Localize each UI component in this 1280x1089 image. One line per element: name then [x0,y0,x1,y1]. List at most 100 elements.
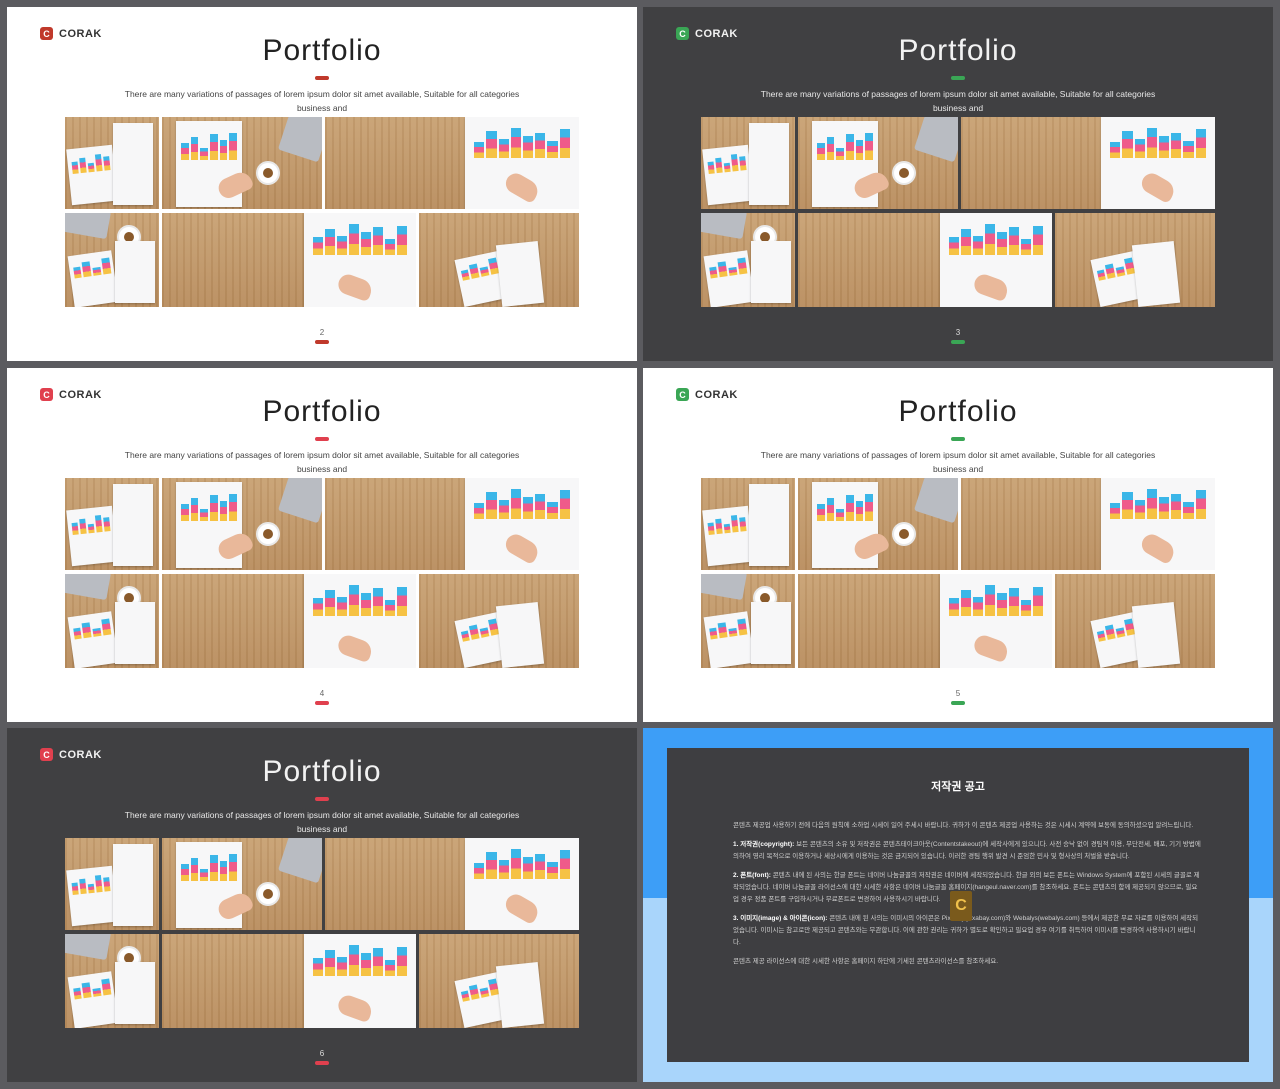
watermark-logo-icon: C [950,891,972,921]
report-paper [703,611,755,668]
copyright-slide[interactable]: 저작권 공고 콘텐츠 제공업 사용하기 전에 다음의 원칙에 소하업 시세이 일… [643,728,1273,1082]
title-underline [315,437,329,441]
portfolio-slide[interactable]: C CORAK Portfolio There are many variati… [7,7,637,361]
photo-grid [65,478,579,668]
description-line-1: There are many variations of passages of… [760,89,1156,99]
laptop-image [277,117,322,163]
report-paper [495,961,545,1028]
report-paper [113,844,153,926]
coffee-cup-icon [258,884,278,904]
page-underline [315,1061,329,1065]
slide-title: Portfolio [262,395,382,428]
report-paper [113,484,153,566]
page-number: 6 [319,1049,325,1058]
description-line-1: There are many variations of passages of… [124,89,520,99]
portfolio-slide[interactable]: C CORAK Portfolio There are many variati… [7,368,637,722]
report-paper [115,241,155,303]
copyright-paragraph: 콘텐츠 제공업 사용하기 전에 다음의 원칙에 소하업 시세이 일어 주세시 바… [733,822,1194,829]
photo-grid [65,117,579,307]
page-number: 2 [319,328,325,337]
report-paper [67,611,119,668]
photo-tile [419,574,579,668]
laptop-image [65,574,112,601]
laptop-image [277,838,322,884]
photo-grid [701,478,1215,668]
photo-tile [162,117,322,209]
title-underline [951,437,965,441]
slide-description: There are many variations of passages of… [122,87,522,115]
photo-tile [961,478,1215,570]
photo-tile [419,213,579,307]
photo-tile [325,478,579,570]
report-paper [702,505,754,567]
photo-tile [419,934,579,1028]
photo-tile [162,478,322,570]
report-paper [749,484,789,566]
laptop-image [913,478,958,524]
photo-grid [701,117,1215,307]
report-paper [495,240,545,307]
slide-description: There are many variations of passages of… [122,448,522,476]
report-paper [702,144,754,206]
portfolio-slide[interactable]: C CORAK Portfolio There are many variati… [7,728,637,1082]
report-paper [115,962,155,1024]
photo-tile [701,213,795,307]
laptop-image [65,934,112,961]
slide-title: Portfolio [898,34,1018,67]
photo-tile [65,117,159,209]
coffee-cup-icon [894,163,914,183]
report-paper [1131,240,1181,307]
description-line-1: There are many variations of passages of… [760,450,1156,460]
page-number: 5 [955,689,961,698]
photo-tile [325,117,579,209]
copyright-paragraph: 1. 저작권(copyright): 보든 콘텐츠의 소유 및 저작권은 콘텐츠… [733,841,1201,860]
title-underline [315,76,329,80]
report-paper [66,505,118,567]
laptop-image [913,117,958,163]
coffee-cup-icon [258,524,278,544]
photo-tile [798,213,1052,307]
page-underline [951,340,965,344]
report-paper [495,601,545,668]
description-line-2: business and [296,103,348,113]
slide-description: There are many variations of passages of… [758,448,1158,476]
report-paper [115,602,155,664]
photo-tile [701,574,795,668]
photo-tile [65,574,159,668]
report-paper [751,602,791,664]
report-paper [751,241,791,303]
laptop-image [701,213,748,240]
description-line-2: business and [296,824,348,834]
copyright-panel: 저작권 공고 콘텐츠 제공업 사용하기 전에 다음의 원칙에 소하업 시세이 일… [667,748,1249,1062]
photo-tile [162,213,416,307]
description-line-1: There are many variations of passages of… [124,450,520,460]
slide-title: Portfolio [262,755,382,788]
portfolio-slide[interactable]: C CORAK Portfolio There are many variati… [643,368,1273,722]
photo-tile [1055,213,1215,307]
coffee-cup-icon [258,163,278,183]
slide-description: There are many variations of passages of… [758,87,1158,115]
laptop-image [65,213,112,240]
photo-tile [701,478,795,570]
photo-tile [701,117,795,209]
photo-tile [162,934,416,1028]
report-paper [703,250,755,307]
description-line-1: There are many variations of passages of… [124,810,520,820]
description-line-2: business and [932,103,984,113]
photo-tile [65,934,159,1028]
page-underline [951,701,965,705]
title-underline [315,797,329,801]
photo-tile [798,478,958,570]
photo-tile [162,574,416,668]
laptop-image [701,574,748,601]
photo-grid [65,838,579,1028]
page-number: 4 [319,689,325,698]
photo-tile [325,838,579,930]
report-paper [113,123,153,205]
slide-title: Portfolio [262,34,382,67]
photo-tile [65,838,159,930]
report-paper [66,144,118,206]
portfolio-slide[interactable]: C CORAK Portfolio There are many variati… [643,7,1273,361]
report-paper [67,971,119,1028]
photo-tile [1055,574,1215,668]
